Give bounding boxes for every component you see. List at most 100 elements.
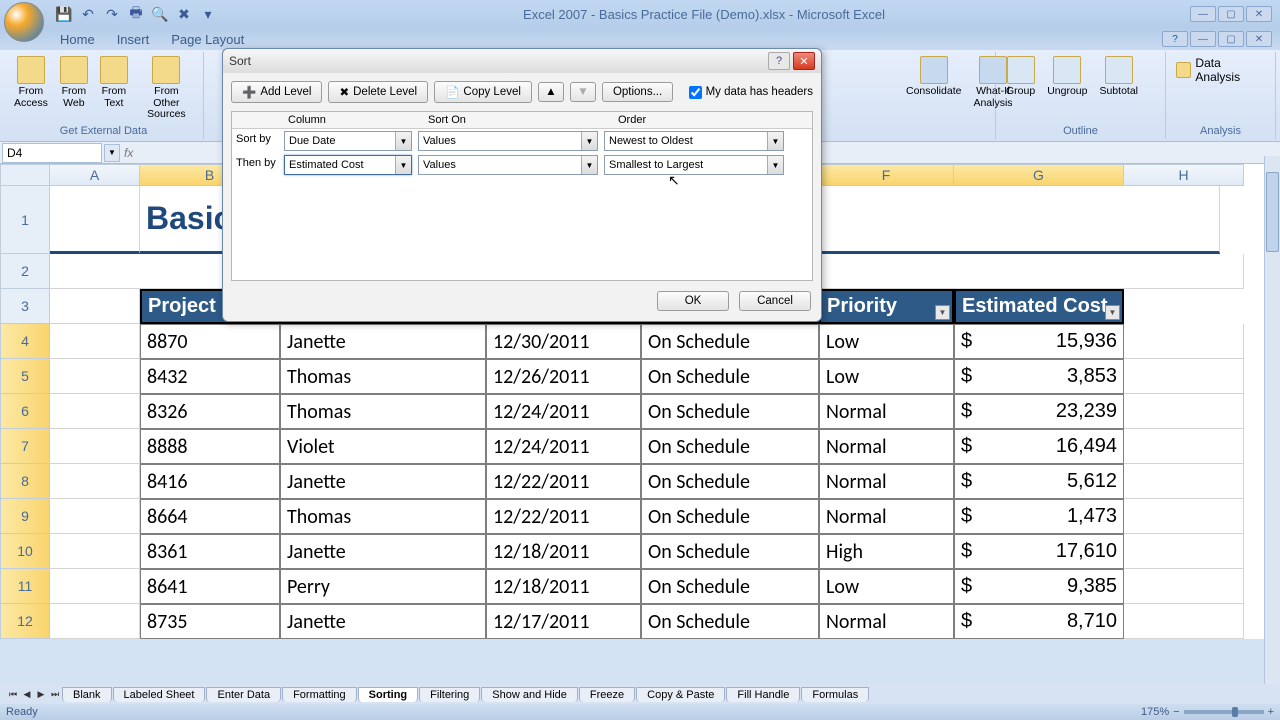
cell-project-manager[interactable]: Janette [280,604,486,639]
cell-due-date[interactable]: 12/17/2011 [486,604,641,639]
cell-priority[interactable]: Normal [819,499,954,534]
from-text-button[interactable]: From Text [96,54,132,123]
row-header[interactable]: 12 [0,604,50,639]
cell-due-date[interactable]: 12/24/2011 [486,429,641,464]
copy-level-button[interactable]: 📄Copy Level [434,81,532,103]
row-header[interactable]: 9 [0,499,50,534]
options-button[interactable]: Options... [602,82,673,102]
row-header[interactable]: 5 [0,359,50,394]
row-header[interactable]: 1 [0,186,50,254]
doc-close-button[interactable]: ✕ [1246,31,1272,47]
cell-estimated-cost[interactable]: $23,239 [954,394,1124,429]
move-down-button[interactable]: ▼ [570,82,596,102]
cell-priority[interactable]: Normal [819,604,954,639]
sheet-tab[interactable]: Copy & Paste [636,687,725,702]
sheet-tab[interactable]: Freeze [579,687,635,702]
cell-due-date[interactable]: 12/18/2011 [486,534,641,569]
subtotal-button[interactable]: Subtotal [1095,54,1142,100]
cell-project-manager[interactable]: Thomas [280,359,486,394]
group-button[interactable]: Group [1002,54,1039,100]
sheet-tab[interactable]: Formulas [801,687,869,702]
cell-estimated-cost[interactable]: $1,473 [954,499,1124,534]
maximize-button[interactable]: ▢ [1218,6,1244,22]
cell-priority[interactable]: Normal [819,394,954,429]
doc-minimize-button[interactable]: — [1190,31,1216,47]
cell-status[interactable]: On Schedule [641,499,819,534]
zoom-out-button[interactable]: − [1173,706,1179,718]
from-other-button[interactable]: From Other Sources [136,54,197,123]
zoom-slider[interactable] [1184,710,1264,714]
scroll-thumb[interactable] [1266,172,1279,252]
cell-estimated-cost[interactable]: $16,494 [954,429,1124,464]
cell-status[interactable]: On Schedule [641,324,819,359]
col-header-a[interactable]: A [50,164,140,186]
cell-priority[interactable]: Low [819,569,954,604]
tab-nav-first[interactable]: ⏮ [6,687,20,701]
sheet-tab[interactable]: Show and Hide [481,687,578,702]
col-header-f[interactable]: F [819,164,954,186]
sortby-column-combo[interactable]: Due Date▼ [284,131,412,151]
thenby-order-combo[interactable]: Smallest to Largest▼ [604,155,784,175]
cell-project-id[interactable]: 8326 [140,394,280,429]
doc-restore-button[interactable]: ▢ [1218,31,1244,47]
name-box-dropdown[interactable]: ▼ [104,144,120,162]
headers-checkbox[interactable]: My data has headers [689,86,813,99]
cell-project-manager[interactable]: Thomas [280,499,486,534]
cell-estimated-cost[interactable]: $9,385 [954,569,1124,604]
undo-icon[interactable]: ↶ [78,4,98,24]
thenby-column-combo[interactable]: Estimated Cost▼ [284,155,412,175]
cell-priority[interactable]: High [819,534,954,569]
cell-status[interactable]: On Schedule [641,604,819,639]
sheet-tab[interactable]: Labeled Sheet [113,687,206,702]
filter-arrow-icon[interactable]: ▼ [935,305,950,320]
row-header[interactable]: 8 [0,464,50,499]
col-priority[interactable]: Priority▼ [819,289,954,324]
row-header[interactable]: 4 [0,324,50,359]
sheet-tab[interactable]: Fill Handle [726,687,800,702]
col-header-h[interactable]: H [1124,164,1244,186]
cell-status[interactable]: On Schedule [641,394,819,429]
cell-priority[interactable]: Normal [819,464,954,499]
col-header-g[interactable]: G [954,164,1124,186]
from-web-button[interactable]: From Web [56,54,92,123]
sheet-tab[interactable]: Formatting [282,687,357,702]
zoom-in-button[interactable]: + [1268,706,1274,718]
close-icon[interactable]: ✖ [174,4,194,24]
cell-project-id[interactable]: 8888 [140,429,280,464]
cell-estimated-cost[interactable]: $17,610 [954,534,1124,569]
name-box[interactable]: D4 [2,143,102,163]
redo-icon[interactable]: ↷ [102,4,122,24]
cell-project-manager[interactable]: Violet [280,429,486,464]
data-analysis-button[interactable]: Data Analysis [1172,54,1269,86]
cell-status[interactable]: On Schedule [641,534,819,569]
cell-project-manager[interactable]: Janette [280,324,486,359]
tab-nav-prev[interactable]: ◀ [20,687,34,701]
zoom-level[interactable]: 175% [1141,706,1169,718]
cell-project-id[interactable]: 8870 [140,324,280,359]
sortby-order-combo[interactable]: Newest to Oldest▼ [604,131,784,151]
cell-status[interactable]: On Schedule [641,464,819,499]
cell-status[interactable]: On Schedule [641,429,819,464]
dialog-close-button[interactable]: ✕ [793,52,815,70]
cell-estimated-cost[interactable]: $8,710 [954,604,1124,639]
cell-due-date[interactable]: 12/22/2011 [486,464,641,499]
tab-home[interactable]: Home [50,28,105,50]
dialog-help-button[interactable]: ? [768,52,790,70]
tab-nav-last[interactable]: ⏭ [48,687,62,701]
vertical-scrollbar[interactable] [1264,156,1280,684]
qat-dropdown-icon[interactable]: ▾ [198,4,218,24]
ok-button[interactable]: OK [657,291,729,311]
thenby-on-combo[interactable]: Values▼ [418,155,598,175]
cancel-button[interactable]: Cancel [739,291,811,311]
select-all-cell[interactable] [0,164,50,186]
cell-status[interactable]: On Schedule [641,359,819,394]
sortby-on-combo[interactable]: Values▼ [418,131,598,151]
ungroup-button[interactable]: Ungroup [1043,54,1091,100]
row-header[interactable]: 3 [0,289,50,324]
move-up-button[interactable]: ▲ [538,82,564,102]
cell-priority[interactable]: Low [819,359,954,394]
cell-project-manager[interactable]: Janette [280,464,486,499]
cell-priority[interactable]: Low [819,324,954,359]
cell-project-id[interactable]: 8641 [140,569,280,604]
cell-priority[interactable]: Normal [819,429,954,464]
